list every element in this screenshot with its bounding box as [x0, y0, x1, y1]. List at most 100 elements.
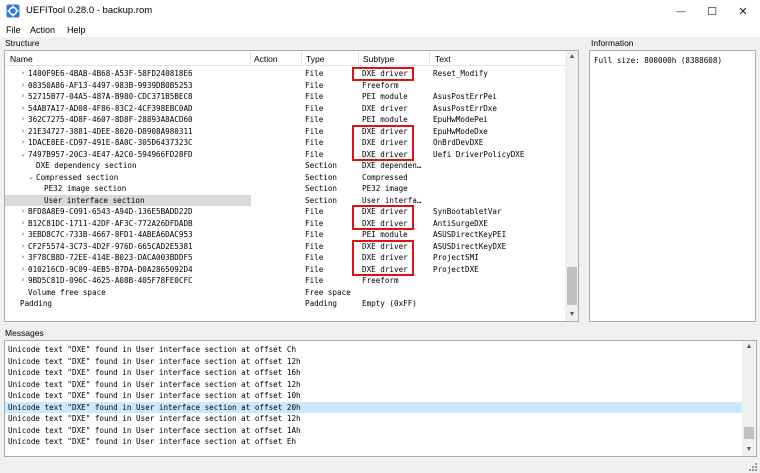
collapse-chevron-icon[interactable]: ⌄ [19, 149, 27, 161]
tree-item-type: File [305, 253, 324, 262]
scroll-thumb[interactable] [744, 427, 754, 439]
tree-name-cell: › B12C81DC-1711-42DF-AF3C-772A26DFDADB [5, 218, 251, 230]
structure-tree[interactable]: Name Action Type Subtype Text › 1400F9E6-… [4, 50, 579, 322]
tree-row[interactable]: › 3F78CB8D-72EE-414E-B023-DACA003BDDF5 Fil… [5, 252, 565, 264]
expand-chevron-icon[interactable]: › [19, 103, 27, 115]
highlight-box [352, 124, 414, 161]
message-item[interactable]: Unicode text "DXE" found in User interfa… [5, 390, 742, 402]
column-header-action[interactable]: Action [254, 54, 278, 64]
expand-chevron-icon[interactable]: › [19, 275, 27, 287]
column-divider[interactable] [301, 51, 302, 66]
structure-label: Structure [5, 38, 40, 48]
messages-vertical-scrollbar[interactable]: ▲ ▼ [742, 341, 756, 456]
highlight-box [352, 67, 414, 81]
menu-file[interactable]: File [6, 25, 21, 35]
tree-row[interactable]: DXE dependency section Section DXE depende… [5, 160, 565, 172]
tree-header: Name Action Type Subtype Text [5, 51, 565, 66]
tree-item-type: File [305, 103, 324, 113]
scroll-down-arrow-icon[interactable]: ▼ [565, 309, 578, 321]
information-text: Full size: 800000h (8388608) [594, 56, 723, 65]
tree-item-type: File [305, 264, 324, 274]
column-header-subtype[interactable]: Subtype [363, 54, 394, 64]
column-header-type[interactable]: Type [306, 54, 324, 64]
tree-row[interactable]: › 54AB7A17-AD08-4F86-83C2-4CF398EBC0AD Fil… [5, 103, 565, 115]
tree-item-text: OnBrdDevDXE [433, 138, 484, 147]
tree-name-cell: › 1DACE8EE-CD97-491E-8A0C-305D6437323C [5, 137, 251, 149]
menu-action[interactable]: Action [30, 25, 55, 35]
tree-row[interactable]: Volume free space Free space [5, 287, 565, 299]
message-item[interactable]: Unicode text "DXE" found in User interfa… [5, 356, 742, 368]
expand-chevron-icon[interactable]: › [19, 252, 27, 264]
expand-chevron-icon[interactable]: › [19, 241, 27, 253]
tree-row[interactable]: › 1DACE8EE-CD97-491E-8A0C-305D6437323C Fil… [5, 137, 565, 149]
scroll-up-arrow-icon[interactable]: ▲ [742, 341, 756, 353]
tree-item-name: 21E34727-3881-4DEE-8020-D8908A980311 [28, 126, 193, 136]
tree-row[interactable]: › 9BD5C81D-096C-4625-A08B-405F78FE0CFC Fil… [5, 275, 565, 287]
expand-chevron-icon[interactable]: › [19, 264, 27, 276]
message-item[interactable]: Unicode text "DXE" found in User interfa… [5, 367, 742, 379]
structure-vertical-scrollbar[interactable]: ▲ ▼ [565, 51, 578, 321]
message-item[interactable]: Unicode text "DXE" found in User interfa… [5, 401, 742, 413]
maximize-button[interactable]: ☐ [697, 0, 727, 22]
tree-row[interactable]: › CF2F5574-3C73-4D2F-976D-665CAD2E5381 Fil… [5, 241, 565, 253]
expand-chevron-icon[interactable]: › [19, 206, 27, 218]
tree-item-type: Section [305, 172, 338, 182]
message-item[interactable]: Unicode text "DXE" found in User interfa… [5, 379, 742, 391]
column-header-name[interactable]: Name [10, 54, 33, 64]
tree-name-cell: PE32 image section [5, 183, 251, 195]
tree-row[interactable]: › 1400F9E6-4BAB-4B68-A53F-58FD240818E6 Fil… [5, 68, 565, 80]
tree-row[interactable]: › BFD8A8E9-C091-6543-A94D-136E5BADD22D Fil… [5, 206, 565, 218]
expand-chevron-icon[interactable]: › [19, 114, 27, 126]
scroll-thumb[interactable] [567, 267, 577, 305]
tree-name-cell: User interface section [5, 194, 251, 206]
column-divider[interactable] [429, 51, 430, 66]
messages-label: Messages [5, 328, 44, 338]
message-item[interactable]: Unicode text "DXE" found in User interfa… [5, 436, 742, 448]
information-panel[interactable]: Full size: 800000h (8388608) [589, 50, 756, 322]
message-item[interactable]: Unicode text "DXE" found in User interfa… [5, 413, 742, 425]
tree-row[interactable]: › 52715B77-04A5-487A-B980-CDC371B5BEC8 Fil… [5, 91, 565, 103]
tree-row[interactable]: ⌄ 7497B957-20C3-4E47-A2C0-594966FD28FD Fil… [5, 149, 565, 161]
message-item[interactable]: Unicode text "DXE" found in User interfa… [5, 425, 742, 437]
scroll-down-arrow-icon[interactable]: ▼ [742, 444, 756, 456]
tree-row[interactable]: › 21E34727-3881-4DEE-8020-D8908A980311 Fil… [5, 126, 565, 138]
tree-row[interactable]: › 010216CD-9C09-4EB5-B7DA-D0A2865092D4 Fil… [5, 264, 565, 276]
menu-help[interactable]: Help [67, 25, 86, 35]
tree-item-name: Padding [20, 299, 53, 308]
tree-item-type: File [305, 80, 324, 90]
tree-item-name: 54AB7A17-AD08-4F86-83C2-4CF398EBC0AD [28, 103, 193, 113]
tree-row[interactable]: › 08350A86-AF13-4497-983B-9939DB0B5253 Fil… [5, 80, 565, 92]
expand-chevron-icon[interactable]: › [19, 229, 27, 241]
tree-name-cell: › 010216CD-9C09-4EB5-B7DA-D0A2865092D4 [5, 264, 251, 276]
collapse-chevron-icon[interactable]: ⌄ [27, 172, 35, 184]
tree-row[interactable]: › B12C81DC-1711-42DF-AF3C-772A26DFDADB Fil… [5, 218, 565, 230]
message-item[interactable]: Unicode text "DXE" found in User interfa… [5, 344, 742, 356]
expand-chevron-icon[interactable]: › [19, 91, 27, 103]
tree-item-name: PE32 image section [44, 184, 127, 193]
expand-chevron-icon[interactable]: › [19, 137, 27, 149]
tree-row[interactable]: › 3EBD8C7C-733B-4667-8FD1-4ABEA6DAC953 Fil… [5, 229, 565, 241]
tree-row[interactable]: Padding Padding Empty (0xFF) [5, 298, 565, 310]
expand-chevron-icon[interactable]: › [19, 80, 27, 92]
resize-grip-icon[interactable] [748, 462, 758, 472]
tree-item-name: 1DACE8EE-CD97-491E-8A0C-305D6437323C [28, 138, 193, 147]
tree-row[interactable]: PE32 image section Section PE32 image [5, 183, 565, 195]
column-divider[interactable] [250, 51, 251, 66]
tree-row[interactable]: User interface section Section User interf… [5, 194, 565, 206]
tree-item-type: Padding [305, 299, 338, 308]
tree-item-name: 3EBD8C7C-733B-4667-8FD1-4ABEA6DAC953 [28, 230, 193, 239]
messages-list[interactable]: Unicode text "DXE" found in User interfa… [4, 340, 757, 457]
tree-row[interactable]: ⌄ Compressed section Section Compressed [5, 172, 565, 184]
tree-name-cell: ⌄ Compressed section [5, 172, 251, 184]
expand-chevron-icon[interactable]: › [19, 68, 27, 80]
panel-splitter[interactable] [0, 324, 760, 328]
close-button[interactable]: ✕ [728, 0, 758, 22]
tree-name-cell: › 362C7275-4D8F-4607-8D8F-28893A8ACD60 [5, 114, 251, 126]
scroll-up-arrow-icon[interactable]: ▲ [565, 51, 578, 63]
expand-chevron-icon[interactable]: › [19, 218, 27, 230]
expand-chevron-icon[interactable]: › [19, 126, 27, 138]
column-divider[interactable] [358, 51, 359, 66]
column-header-text[interactable]: Text [435, 54, 451, 64]
tree-row[interactable]: › 362C7275-4D8F-4607-8D8F-28893A8ACD60 Fil… [5, 114, 565, 126]
minimize-button[interactable]: — [666, 0, 696, 22]
